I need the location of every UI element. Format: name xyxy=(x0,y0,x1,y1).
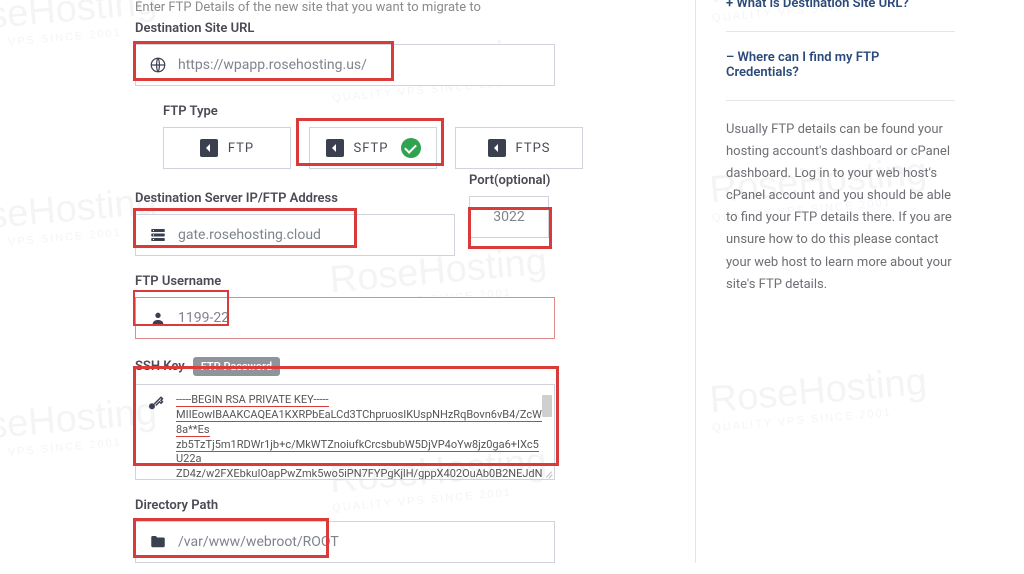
server-icon xyxy=(148,226,168,244)
ftp-username-input[interactable]: 1199-22 xyxy=(135,297,555,339)
destination-url-value: https://wpapp.rosehosting.us/ xyxy=(178,57,542,73)
ftp-username-value: 1199-22 xyxy=(178,310,542,326)
arrow-left-icon xyxy=(488,139,506,157)
ftp-type-ftps[interactable]: FTPS xyxy=(455,127,583,169)
arrow-left-icon xyxy=(326,139,344,157)
label-directory-path: Directory Path xyxy=(135,498,655,513)
resize-handle[interactable] xyxy=(543,468,553,478)
arrow-left-icon xyxy=(200,139,218,157)
label-ftp-type: FTP Type xyxy=(163,104,655,119)
ssh-key-textarea[interactable]: -----BEGIN RSA PRIVATE KEY----- MIIEowIB… xyxy=(135,384,555,480)
form-intro: Enter FTP Details of the new site that y… xyxy=(135,0,655,15)
migration-form: Enter FTP Details of the new site that y… xyxy=(135,0,655,563)
folder-icon xyxy=(148,533,168,551)
destination-ip-value: gate.rosehosting.cloud xyxy=(178,227,442,243)
directory-path-value: /var/www/webroot/ROOT xyxy=(178,534,542,550)
label-destination-url: Destination Site URL xyxy=(135,21,655,36)
label-destination-ip: Destination Server IP/FTP Address xyxy=(135,191,455,206)
ftp-type-sftp[interactable]: SFTP xyxy=(309,127,437,169)
port-value: 3022 xyxy=(493,209,524,225)
check-icon xyxy=(401,138,421,158)
destination-url-input[interactable]: https://wpapp.rosehosting.us/ xyxy=(135,44,555,86)
key-icon xyxy=(146,395,166,471)
faq-ftp-credentials[interactable]: Where can I find my FTP Credentials? xyxy=(726,50,955,80)
label-ssh-key: SSH Key xyxy=(135,359,185,374)
ftp-type-ftp[interactable]: FTP xyxy=(163,127,291,169)
scrollbar-thumb[interactable] xyxy=(542,395,552,417)
ftp-password-toggle[interactable]: FTP Password xyxy=(193,357,280,376)
divider xyxy=(726,31,955,32)
globe-icon xyxy=(148,56,168,74)
port-input[interactable]: 3022 xyxy=(469,196,549,238)
directory-path-input[interactable]: /var/www/webroot/ROOT xyxy=(135,521,555,563)
faq-destination-url[interactable]: What is Destination Site URL? xyxy=(726,0,955,11)
help-sidebar: What is Destination Site URL? Where can … xyxy=(695,0,955,563)
destination-ip-input[interactable]: gate.rosehosting.cloud xyxy=(135,214,455,256)
ssh-key-value: -----BEGIN RSA PRIVATE KEY----- MIIEowIB… xyxy=(176,393,544,471)
divider xyxy=(726,100,955,101)
faq-body: Usually FTP details can be found your ho… xyxy=(726,119,955,296)
label-port: Port(optional) xyxy=(469,173,550,188)
user-icon xyxy=(148,310,168,326)
label-ftp-username: FTP Username xyxy=(135,274,655,289)
